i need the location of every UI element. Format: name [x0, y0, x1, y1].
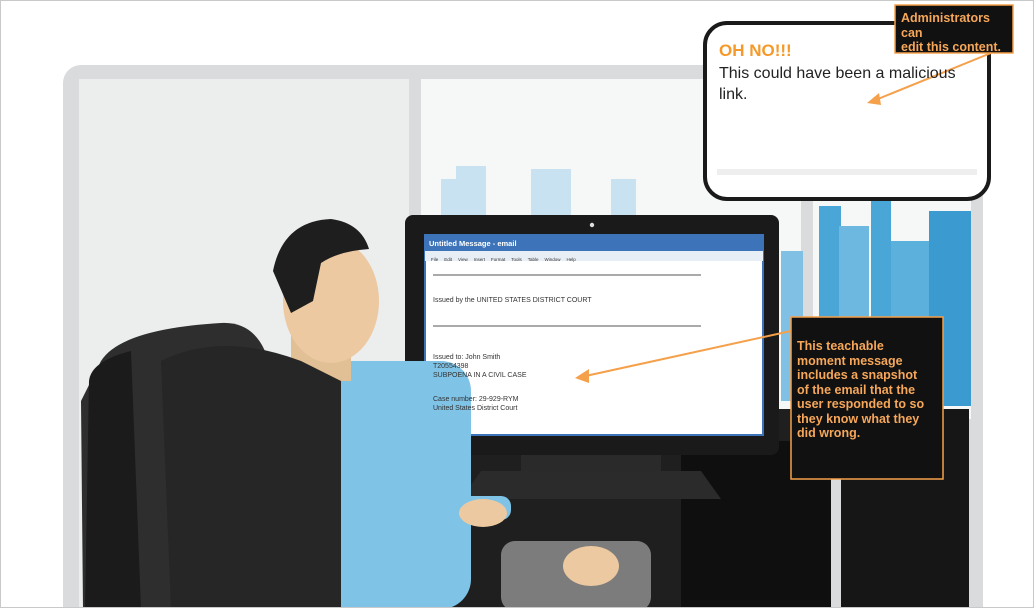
bubble-title: OH NO!!!: [719, 41, 792, 60]
email-subject: SUBPOENA IN A CIVIL CASE: [433, 372, 527, 379]
teach-callout-line: This teachable: [797, 339, 884, 353]
admin-callout-line: edit this content.: [901, 40, 1001, 54]
email-menu-item: View: [458, 257, 468, 262]
office-chair: [81, 322, 341, 607]
email-menu-item: Window: [544, 257, 561, 262]
illustration-frame: OH NO!!! This could have been a maliciou…: [0, 0, 1034, 608]
email-menu-item: Insert: [473, 257, 485, 262]
email-ref-number: T20554398: [433, 363, 469, 370]
email-issued-to: Issued to: John Smith: [433, 354, 501, 361]
teach-callout-text: This teachable moment message includes a…: [797, 339, 939, 441]
teach-callout-line: of the email that the: [797, 382, 916, 397]
teach-callout-line: moment message: [797, 353, 903, 368]
email-issued-by: Issued by the UNITED STATES DISTRICT COU…: [433, 297, 592, 304]
email-menu-item: Help: [566, 257, 576, 262]
email-window-title: Untitled Message - email: [429, 239, 517, 248]
teach-callout-line: they know what they: [797, 411, 920, 426]
email-menu-item: Table: [527, 257, 539, 262]
email-menu-item: Format: [490, 257, 506, 262]
teach-callout-line: includes a snapshot: [797, 368, 918, 382]
admin-callout-text: Administrators can edit this content.: [901, 11, 1011, 55]
teach-callout-line: user responded to so: [797, 397, 925, 411]
email-court: United States District Court: [433, 405, 518, 412]
email-menu-item: Tools: [511, 257, 522, 262]
email-menu-item: Edit: [444, 257, 453, 262]
admin-callout-line: Administrators can: [901, 11, 990, 40]
bubble-body: This could have been a malicious link.: [719, 65, 956, 103]
email-menu-item: File: [431, 257, 439, 262]
email-case-number: Case number: 29-929-RYM: [433, 396, 519, 403]
teach-callout-line: did wrong.: [797, 426, 861, 440]
email-menu-bar: File Edit View Insert Format Tools Table…: [431, 257, 576, 262]
